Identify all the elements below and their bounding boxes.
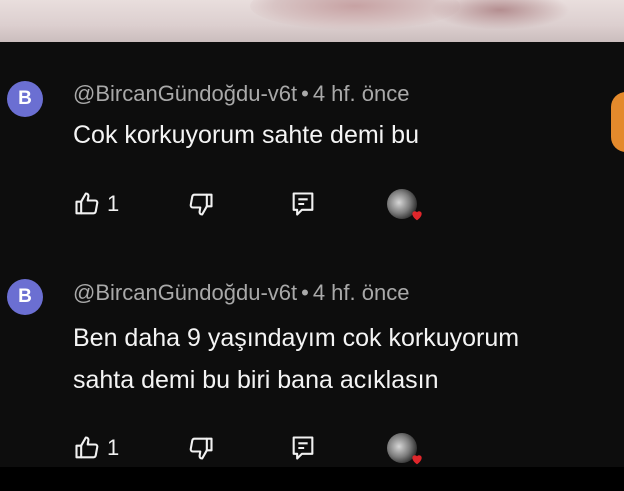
reply-comment-icon — [289, 434, 317, 462]
comment-actions: 1 — [73, 431, 473, 465]
dislike-button[interactable] — [187, 431, 215, 465]
comment-text: Ben daha 9 yaşındayım cok korkuyorum sah… — [73, 317, 623, 401]
creator-heart[interactable] — [387, 187, 422, 221]
creator-heart-icon — [410, 208, 424, 222]
like-button[interactable]: 1 — [73, 187, 119, 221]
thumbs-down-icon — [187, 434, 215, 462]
reply-button[interactable] — [289, 431, 317, 465]
comment-text-line: Ben daha 9 yaşındayım cok korkuyorum — [73, 324, 520, 352]
comment-text-line: sahta demi bu biri bana acıklasın — [73, 366, 439, 394]
creator-avatar — [387, 189, 422, 221]
meta-separator: • — [301, 280, 309, 305]
comment-text-line: Cok korkuyorum sahte demi bu — [73, 121, 419, 149]
comment-time[interactable]: 4 hf. önce — [313, 81, 410, 106]
bottom-bar — [0, 467, 624, 491]
side-floating-button[interactable] — [611, 92, 624, 152]
meta-separator: • — [301, 81, 309, 106]
thumbs-up-icon — [73, 434, 101, 462]
like-count: 1 — [107, 191, 120, 216]
like-count: 1 — [107, 435, 120, 460]
comment-author[interactable]: @BircanGündoğdu-v6t — [73, 280, 297, 305]
creator-heart-icon — [410, 452, 424, 466]
video-player-area[interactable] — [0, 0, 624, 42]
comment-item: B @BircanGündoğdu-v6t • 4 hf. önce Cok kor… — [0, 42, 624, 242]
thumbs-down-icon — [187, 190, 215, 218]
comment-actions: 1 — [73, 187, 473, 221]
avatar[interactable]: B — [7, 279, 43, 315]
creator-avatar — [387, 433, 422, 465]
comment-meta: @BircanGündoğdu-v6t • 4 hf. önce — [73, 280, 409, 306]
avatar-letter: B — [18, 88, 32, 109]
like-button[interactable]: 1 — [73, 431, 119, 465]
comment-author[interactable]: @BircanGündoğdu-v6t — [73, 81, 297, 106]
dislike-button[interactable] — [187, 187, 215, 221]
comments-list: B @BircanGündoğdu-v6t • 4 hf. önce Cok kor… — [0, 42, 624, 467]
comment-text: Cok korkuyorum sahte demi bu — [73, 114, 623, 156]
comment-item: B @BircanGündoğdu-v6t • 4 hf. önce Ben dah… — [0, 242, 624, 467]
avatar[interactable]: B — [7, 81, 43, 117]
thumbs-up-icon — [73, 190, 101, 218]
video-frame-detail — [250, 0, 460, 30]
reply-comment-icon — [289, 190, 317, 218]
comment-meta: @BircanGündoğdu-v6t • 4 hf. önce — [73, 81, 409, 107]
comment-time[interactable]: 4 hf. önce — [313, 280, 410, 305]
creator-heart[interactable] — [387, 431, 422, 465]
video-frame-detail — [430, 0, 570, 30]
avatar-letter: B — [18, 286, 32, 307]
reply-button[interactable] — [289, 187, 317, 221]
